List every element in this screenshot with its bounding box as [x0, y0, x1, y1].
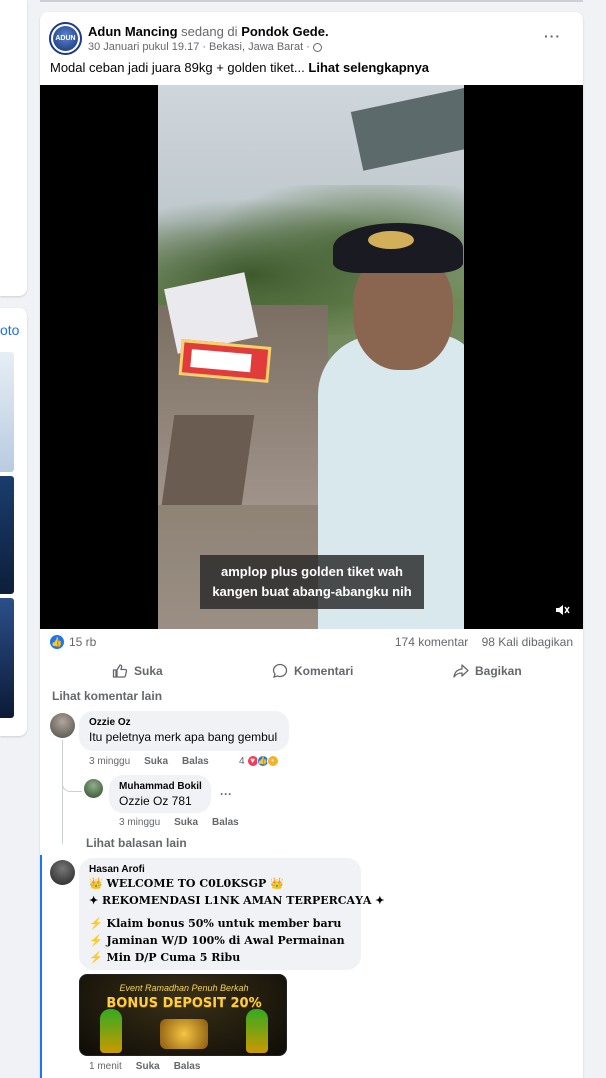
left-column-link[interactable]: oto	[0, 322, 19, 338]
comment-like-link[interactable]: Suka	[144, 756, 168, 767]
like-button[interactable]: Suka	[112, 657, 163, 685]
left-thumbnail-2[interactable]	[0, 476, 14, 594]
left-thumbnail-3[interactable]	[0, 598, 14, 718]
promo-gold-pile	[160, 1019, 208, 1049]
comment-reply-link[interactable]: Balas	[182, 756, 209, 767]
comment-line-1: 👑 𝐖𝐄𝐋𝐂𝐎𝐌𝐄 𝐓𝐎 𝐂𝟎𝐋𝟎𝐊𝐒𝐆𝐏 👑	[89, 877, 284, 890]
post-header: ADUN Adun Mancing sedang di Pondok Gede.…	[49, 22, 569, 56]
comment-footer: 3 minggu Suka Balas	[89, 756, 209, 767]
reaction-count[interactable]: 15 rb	[69, 635, 96, 649]
avatar-logo: ADUN	[53, 26, 78, 51]
comment-footer-2: 1 menit Suka Balas	[89, 1061, 200, 1072]
reply-text: Ozzie Oz 781	[119, 794, 192, 808]
thumbs-up-icon	[112, 664, 128, 678]
view-more-comments[interactable]: Lihat komentar lain	[52, 689, 162, 703]
reply-reply-link[interactable]: Balas	[212, 817, 239, 828]
see-more-link[interactable]: Lihat selengkapnya	[308, 60, 429, 75]
commenter-avatar-2[interactable]	[50, 860, 75, 885]
like-reaction-icon: 👍	[50, 635, 64, 649]
comment-reactions[interactable]: 4 ♥ 👍 •	[239, 755, 279, 767]
mute-icon[interactable]	[554, 602, 570, 618]
comment-highlight-bar	[40, 855, 42, 1078]
video-golden-ticket	[178, 339, 272, 383]
post-author-line: Adun Mancing sedang di Pondok Gede.	[88, 24, 329, 39]
globe-icon	[312, 42, 322, 52]
comment-like-link-2[interactable]: Suka	[136, 1061, 160, 1072]
comment-icon	[272, 663, 288, 678]
post-date[interactable]: 30 Januari pukul 19.17	[88, 41, 199, 53]
share-count[interactable]: 98 Kali dibagikan	[482, 635, 573, 649]
comment-text: Itu peletnya merk apa bang gembul	[89, 730, 278, 744]
place-name[interactable]: Pondok Gede.	[241, 24, 328, 39]
comment-count[interactable]: 174 komentar	[395, 635, 468, 649]
comment-bubble: Ozzie Oz Itu peletnya merk apa bang gemb…	[79, 711, 289, 751]
comment-line-5: ⚡ 𝐌𝐢𝐧 𝐃/𝐏 𝐂𝐮𝐦𝐚 𝟓 𝐑𝐢𝐛𝐮	[89, 951, 241, 964]
comment-button[interactable]: Komentari	[272, 657, 353, 685]
comment-label: Komentari	[294, 664, 354, 678]
reply-time[interactable]: 3 minggu	[119, 817, 160, 828]
meta-separator: ·	[202, 41, 206, 53]
reply-like-link[interactable]: Suka	[174, 817, 198, 828]
reply-bubble: Muhammad Bokil Ozzie Oz 781	[109, 775, 211, 813]
comment-share-counts: 174 komentar 98 Kali dibagikan	[395, 635, 573, 649]
comment-line-2: ✦ 𝐑𝐄𝐊𝐎𝐌𝐄𝐍𝐃𝐀𝐒𝐈 𝐋𝟏𝐍𝐊 𝐀𝐌𝐀𝐍 𝐓𝐄𝐑𝐏𝐄𝐑𝐂𝐀𝐘𝐀 ✦	[89, 894, 385, 907]
comment-line-4: ⚡ 𝐉𝐚𝐦𝐢𝐧𝐚𝐧 𝐖/𝐃 𝟏𝟎𝟎% 𝐝𝐢 𝐀𝐰𝐚𝐥 𝐏𝐞𝐫𝐦𝐚𝐢𝐧𝐚𝐧	[89, 934, 345, 947]
comment-bubble-2: Hasan Arofi 👑 𝐖𝐄𝐋𝐂𝐎𝐌𝐄 𝐓𝐎 𝐂𝟎𝐋𝟎𝐊𝐒𝐆𝐏 👑 ✦ 𝐑𝐄…	[79, 858, 385, 970]
page-avatar[interactable]: ADUN	[49, 22, 82, 55]
commenter-name-2[interactable]: Hasan Arofi	[89, 864, 351, 875]
comment-image[interactable]: Event Ramadhan Penuh Berkah BONUS DEPOSI…	[79, 974, 287, 1056]
video-roof	[350, 85, 464, 171]
at-text: sedang di	[181, 24, 238, 39]
post-meta: 30 Januari pukul 19.17 · Bekasi, Jawa Ba…	[88, 41, 322, 53]
subtitle-line-1: amplop plus golden tiket wah	[220, 564, 403, 579]
comment-time-2[interactable]: 1 menit	[89, 1061, 122, 1072]
more-options-icon[interactable]: ···	[544, 28, 561, 44]
share-icon	[453, 664, 469, 678]
post-actions: Suka Komentari Bagikan	[40, 657, 583, 685]
promo-figure-right	[246, 1009, 268, 1053]
comment-time[interactable]: 3 minggu	[89, 756, 130, 767]
video-frame	[158, 85, 464, 629]
post-location: Bekasi, Jawa Barat	[208, 41, 304, 53]
caption-text: Modal ceban jadi juara 89kg + golden tik…	[50, 60, 305, 75]
video-plank	[161, 415, 255, 505]
share-label: Bagikan	[475, 664, 522, 678]
reply-footer: 3 minggu Suka Balas	[119, 817, 239, 828]
post-caption: Modal ceban jadi juara 89kg + golden tik…	[50, 60, 429, 75]
feed-post: ADUN Adun Mancing sedang di Pondok Gede.…	[40, 12, 583, 1078]
replier-avatar[interactable]	[84, 779, 103, 798]
left-thumbnail-1[interactable]	[0, 352, 14, 472]
thread-branch	[62, 774, 82, 792]
promo-figure-left	[100, 1009, 122, 1053]
promo-event-text: Event Ramadhan Penuh Berkah	[119, 983, 249, 993]
commenter-avatar[interactable]	[50, 713, 75, 738]
replier-name[interactable]: Muhammad Bokil	[119, 781, 202, 792]
commenter-name[interactable]: Ozzie Oz	[89, 717, 279, 728]
reply-more-icon[interactable]: ···	[220, 787, 232, 801]
share-button[interactable]: Bagikan	[453, 657, 522, 685]
subtitle-line-2: kangen buat abang-abangku nih	[212, 584, 412, 599]
comment-reply-link-2[interactable]: Balas	[174, 1061, 201, 1072]
wow-icon: •	[266, 755, 279, 767]
thread-line	[62, 740, 63, 844]
view-more-replies[interactable]: Lihat balasan lain	[86, 836, 187, 850]
video-cap-logo	[368, 231, 414, 249]
author-name[interactable]: Adun Mancing	[88, 24, 178, 39]
reaction-total: 4	[239, 755, 245, 767]
post-stats: 👍 15 rb 174 komentar 98 Kali dibagikan	[50, 634, 573, 652]
video-subtitle: amplop plus golden tiket wah kangen buat…	[200, 555, 424, 609]
like-label: Suka	[134, 664, 163, 678]
comment-text-2: 👑 𝐖𝐄𝐋𝐂𝐎𝐌𝐄 𝐓𝐎 𝐂𝟎𝐋𝟎𝐊𝐒𝐆𝐏 👑 ✦ 𝐑𝐄𝐊𝐎𝐌𝐄𝐍𝐃𝐀𝐒𝐈 𝐋𝟏…	[89, 875, 385, 966]
meta-separator-2: ·	[306, 41, 310, 53]
comment-line-3: ⚡ 𝐊𝐥𝐚𝐢𝐦 𝐛𝐨𝐧𝐮𝐬 𝟓𝟎% 𝐮𝐧𝐭𝐮𝐤 𝐦𝐞𝐦𝐛𝐞𝐫 𝐛𝐚𝐫𝐮	[89, 917, 342, 930]
previous-post-edge	[40, 0, 583, 2]
video-player[interactable]: amplop plus golden tiket wah kangen buat…	[40, 85, 583, 629]
left-column-card	[0, 0, 27, 296]
